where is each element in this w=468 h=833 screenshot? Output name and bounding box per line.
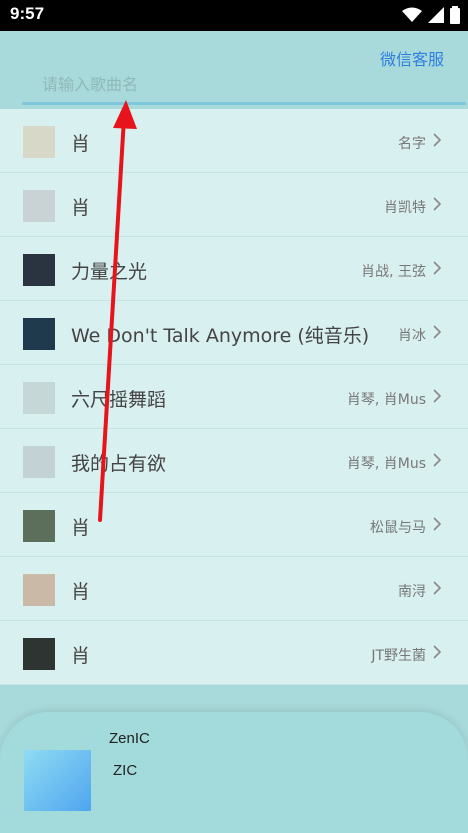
album-thumbnail: [23, 254, 55, 286]
song-artist: 肖冰: [398, 328, 426, 344]
album-thumbnail: [23, 510, 55, 542]
chevron-right-icon: [433, 261, 442, 275]
album-thumbnail: [23, 446, 55, 478]
song-title: 肖: [71, 133, 91, 155]
album-thumbnail: [23, 190, 55, 222]
album-thumbnail: [23, 318, 55, 350]
song-title: 六尺摇舞蹈: [71, 389, 167, 411]
song-row[interactable]: 肖 南浔: [0, 557, 468, 621]
song-title: 我的占有欲: [71, 453, 167, 475]
song-row[interactable]: 肖 JT野生菌: [0, 621, 468, 685]
song-row[interactable]: 我的占有欲 肖琴, 肖Mus: [0, 429, 468, 493]
song-title: We Don't Talk Anymore (纯音乐): [71, 325, 370, 347]
song-title: 力量之光: [71, 261, 148, 283]
song-list: 肖名字肖肖凯特 力量之光 肖战, 王弦 We Don't Talk Anymore (…: [0, 109, 468, 685]
chevron-right-icon: [433, 453, 442, 467]
chevron-right-icon: [433, 517, 442, 531]
song-artist: 肖战, 王弦: [361, 264, 426, 280]
song-row[interactable]: 肖 肖凯特: [0, 173, 468, 237]
header: 微信客服: [0, 31, 468, 109]
signal-icon: [428, 7, 444, 23]
song-artist: 肖琴, 肖Mus: [346, 456, 426, 472]
song-search-input[interactable]: [22, 67, 466, 105]
song-artist: 南浔: [398, 584, 426, 600]
song-artist: 松鼠与马: [370, 520, 426, 536]
chevron-right-icon: [433, 645, 442, 659]
chevron-right-icon: [433, 133, 442, 147]
wifi-icon: [402, 7, 422, 22]
player-subtitle: ZIC: [113, 762, 138, 779]
chevron-right-icon: [433, 325, 442, 339]
song-row[interactable]: 六尺摇舞蹈 肖琴, 肖Mus: [0, 365, 468, 429]
status-time: 9:57: [10, 4, 45, 23]
song-row[interactable]: 肖 名字: [0, 109, 468, 173]
song-artist: 肖琴, 肖Mus: [346, 392, 426, 408]
player-title: ZenIC: [109, 730, 150, 747]
song-title: 肖: [71, 581, 91, 603]
battery-icon: [450, 6, 460, 24]
song-title: 肖: [71, 517, 91, 539]
player-album-art[interactable]: [24, 750, 91, 811]
song-row[interactable]: We Don't Talk Anymore (纯音乐) 肖冰: [0, 301, 468, 365]
song-artist: JT野生菌: [371, 648, 426, 664]
mini-player[interactable]: ZenIC ZIC: [0, 712, 468, 833]
song-title: 肖: [71, 645, 91, 667]
chevron-right-icon: [433, 197, 442, 211]
chevron-right-icon: [433, 581, 442, 595]
status-bar: 9:57: [0, 0, 468, 31]
album-thumbnail: [23, 638, 55, 670]
song-artist: 肖凯特: [384, 200, 426, 216]
song-row[interactable]: 力量之光 肖战, 王弦: [0, 237, 468, 301]
status-icons: [402, 6, 460, 24]
album-thumbnail: [23, 126, 55, 158]
chevron-right-icon: [433, 389, 442, 403]
song-artist: 名字: [398, 136, 426, 152]
album-thumbnail: [23, 574, 55, 606]
album-thumbnail: [23, 382, 55, 414]
song-row[interactable]: 肖 松鼠与马: [0, 493, 468, 557]
song-title: 肖: [71, 197, 91, 219]
